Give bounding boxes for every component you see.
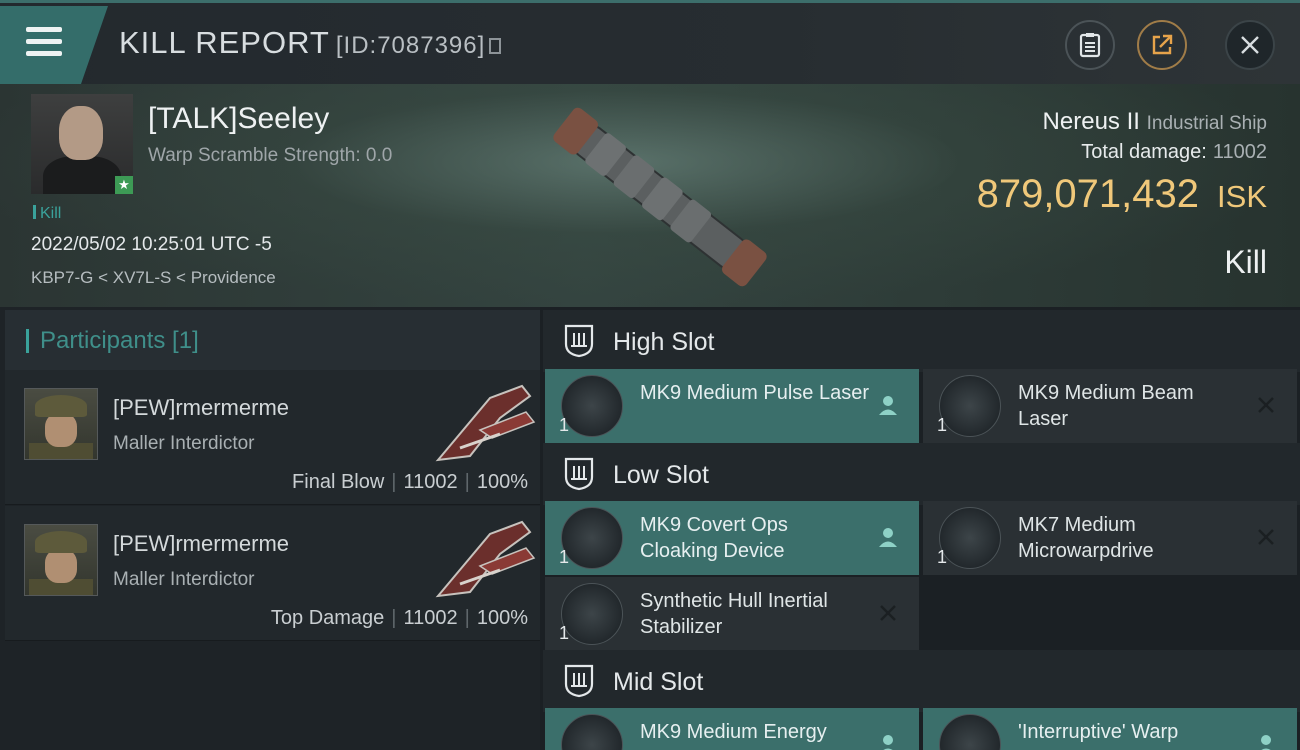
participant-ship-image: [435, 384, 536, 462]
kill-result: Kill: [1224, 244, 1267, 280]
module-name: MK9 Medium Beam Laser: [1018, 382, 1194, 430]
participant-stats: Final Blow | 11002 | 100%: [292, 471, 528, 493]
shield-icon: [564, 457, 594, 491]
module-item[interactable]: 1 MK9 Medium Pulse Laser: [545, 369, 919, 443]
module-name: MK9 Medium Pulse Laser: [640, 382, 869, 404]
close-icon: [1241, 36, 1259, 54]
participant-portrait[interactable]: [24, 388, 98, 460]
module-item[interactable]: 1 MK9 Medium Beam Laser: [923, 369, 1297, 443]
module-name: MK9 Medium Energy: [640, 721, 827, 743]
copy-icon[interactable]: [489, 38, 502, 54]
star-icon: ★: [115, 176, 133, 194]
high-slot-header: High Slot: [543, 310, 1300, 372]
page-title: KILL REPORT [ID:7087396]: [119, 25, 502, 61]
victim-portrait[interactable]: ★: [31, 94, 133, 194]
participant-name: [PEW]rmermerme: [113, 531, 289, 556]
close-button[interactable]: [1225, 20, 1275, 70]
x-icon: [1258, 529, 1274, 545]
victim-ship-image: [553, 107, 767, 287]
slot-label: Low Slot: [613, 461, 709, 489]
participant-stats: Top Damage | 11002 | 100%: [270, 607, 528, 629]
shield-icon: [564, 664, 594, 698]
share-icon: [1152, 34, 1173, 55]
module-name: MK7 Medium Microwarpdrive: [1018, 514, 1154, 562]
module-item[interactable]: 1 MK7 Medium Microwarpdrive: [923, 501, 1297, 575]
participant-ship: Maller Interdictor: [113, 569, 255, 590]
clipboard-button[interactable]: [1065, 20, 1115, 70]
x-icon: [880, 605, 896, 621]
participant-portrait[interactable]: [24, 524, 98, 596]
ship-name: Nereus II: [1042, 108, 1140, 135]
title-text: KILL REPORT: [119, 25, 330, 60]
shield-icon: [564, 324, 594, 358]
share-button[interactable]: [1137, 20, 1187, 70]
module-icon: [561, 507, 623, 569]
participant-ship-image: [435, 520, 536, 598]
module-icon: [561, 583, 623, 645]
warp-scramble-strength: Warp Scramble Strength: 0.0: [148, 145, 393, 166]
participant-row[interactable]: [PEW]rmermerme Maller Interdictor Top Da…: [5, 506, 540, 641]
module-item[interactable]: 'Interruptive' Warp: [923, 708, 1297, 750]
kill-id: [ID:7087396]: [335, 32, 486, 59]
participant-ship: Maller Interdictor: [113, 433, 255, 454]
participant-row[interactable]: [PEW]rmermerme Maller Interdictor Final …: [5, 370, 540, 505]
module-icon: [561, 714, 623, 750]
top-bar: KILL REPORT [ID:7087396]: [0, 0, 1300, 84]
kill-location[interactable]: KBP7-G < XV7L-S < Providence: [31, 268, 276, 288]
slot-label: High Slot: [613, 328, 715, 356]
low-slot-header: Low Slot: [543, 443, 1300, 505]
participants-title: Participants [1]: [40, 327, 199, 354]
person-icon: [879, 528, 897, 547]
menu-button[interactable]: [0, 6, 108, 84]
module-name: Synthetic Hull Inertial Stabilizer: [640, 590, 828, 638]
clipboard-icon: [1079, 33, 1101, 58]
total-damage: Total damage: 11002: [1081, 141, 1267, 163]
kill-tag: Kill: [33, 205, 61, 223]
participants-panel: Participants [1] [PEW]rmermerme Maller I…: [0, 307, 540, 750]
kill-datetime: 2022/05/02 10:25:01 UTC -5: [31, 234, 272, 255]
module-icon: [939, 375, 1001, 437]
participants-header: Participants [1]: [5, 310, 540, 370]
x-icon: [1258, 397, 1274, 413]
slot-label: Mid Slot: [613, 668, 704, 696]
module-name: 'Interruptive' Warp: [1018, 721, 1179, 743]
mid-slot-header: Mid Slot: [543, 650, 1300, 712]
victim-ship[interactable]: Nereus II Industrial Ship: [1043, 108, 1267, 136]
person-icon: [879, 396, 897, 415]
module-item[interactable]: 1 MK9 Covert Ops Cloaking Device: [545, 501, 919, 575]
module-icon: [561, 375, 623, 437]
victim-name[interactable]: [TALK]Seeley: [148, 102, 329, 136]
ship-class: Industrial Ship: [1146, 113, 1267, 134]
module-icon: [939, 507, 1001, 569]
module-icon: [939, 714, 1001, 750]
person-icon: [883, 735, 893, 750]
kill-banner: ★ [TALK]Seeley Warp Scramble Strength: 0…: [0, 84, 1300, 307]
module-item[interactable]: MK9 Medium Energy: [545, 708, 919, 750]
module-name: MK9 Covert Ops Cloaking Device: [640, 514, 788, 562]
participant-name: [PEW]rmermerme: [113, 395, 289, 420]
person-icon: [1261, 735, 1271, 750]
isk-value: 879,071,432 ISK: [976, 172, 1267, 216]
module-item[interactable]: 1 Synthetic Hull Inertial Stabilizer: [545, 577, 919, 651]
fitting-panel: High Slot 1 MK9 Medium Pulse Laser 1 MK9…: [540, 307, 1300, 750]
